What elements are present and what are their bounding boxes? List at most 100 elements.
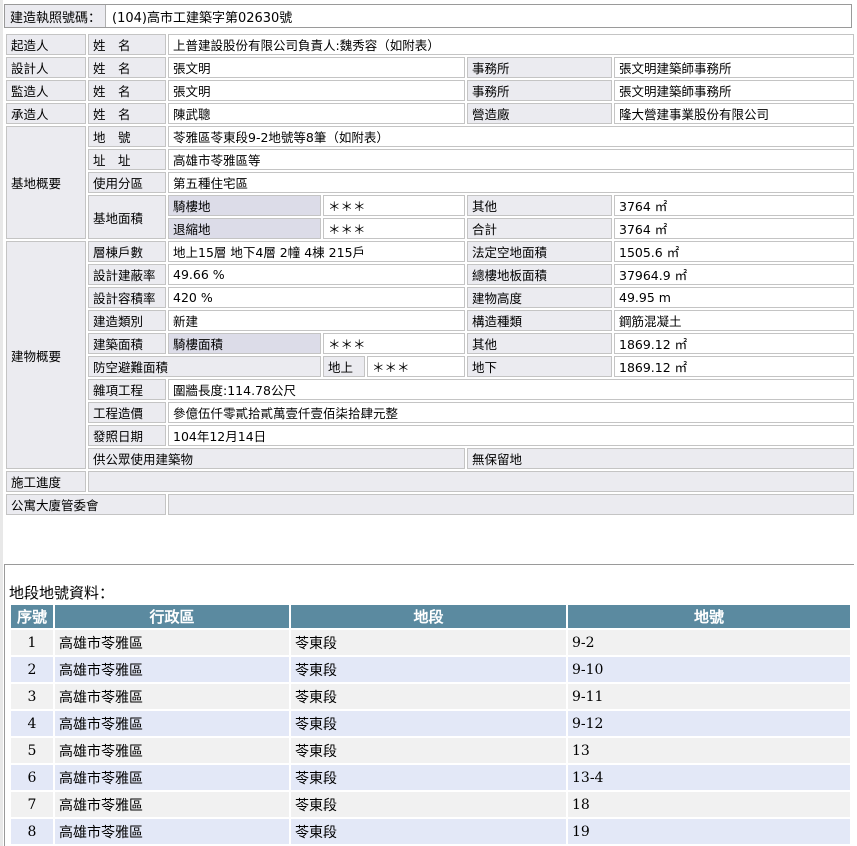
row-section: 苓東段 — [291, 684, 566, 709]
site-other-value: 3764 ㎡ — [614, 195, 855, 216]
setback-value: ＊＊＊ — [323, 218, 465, 239]
coverage-value: 49.66 % — [168, 264, 465, 285]
build-type-value: 新建 — [168, 310, 465, 331]
height-label: 建物高度 — [467, 287, 612, 308]
row-lot-number: 9-11 — [568, 684, 850, 709]
progress-value — [88, 471, 855, 492]
land-section-title: 地段地號資料： — [9, 584, 115, 602]
public-building-label: 供公眾使用建築物 — [88, 448, 465, 469]
progress-label: 施工進度 — [6, 471, 86, 492]
floors-row: 建物概要 層棟戶數 地上15層 地下4層 2幢 4棟 215戶 法定空地面積 1… — [6, 241, 855, 469]
contractor-firm-label: 營造廠 — [467, 103, 612, 124]
structure-value: 鋼筋混凝土 — [614, 310, 855, 331]
coverage-row: 設計建蔽率 49.66 % 總樓地板面積 37964.9 ㎡ — [6, 264, 855, 285]
designer-office: 張文明建築師事務所 — [614, 57, 855, 78]
table-row: 7 高雄市苓雅區 苓東段 18 — [11, 792, 850, 817]
contractor-name-label: 姓 名 — [88, 103, 166, 124]
supervisor-row: 監造人 姓 名 張文明 事務所 張文明建築師事務所 — [6, 80, 855, 101]
header-district: 行政區 — [55, 605, 289, 628]
designer-name: 張文明 — [168, 57, 465, 78]
row-lot-number: 13-4 — [568, 765, 850, 790]
permit-number-bar: 建造執照號碼： (104)高市工建築字第02630號 — [4, 4, 852, 28]
row-section: 苓東段 — [291, 765, 566, 790]
designer-office-label: 事務所 — [467, 57, 612, 78]
land-table: 序號 行政區 地段 地號 1 高雄市苓雅區 苓東段 9-2 2 高雄市苓雅區 苓東段 9-10… — [9, 603, 852, 846]
row-district: 高雄市苓雅區 — [55, 630, 289, 655]
row-index: 7 — [11, 792, 53, 817]
row-index: 2 — [11, 657, 53, 682]
table-row: 2 高雄市苓雅區 苓東段 9-10 — [11, 657, 850, 682]
row-section: 苓東段 — [291, 819, 566, 844]
open-space-label: 法定空地面積 — [467, 241, 612, 262]
row-section: 苓東段 — [291, 657, 566, 682]
issue-value: 104年12月14日 — [168, 425, 855, 446]
height-value: 49.95 m — [614, 287, 855, 308]
row-section: 苓東段 — [291, 792, 566, 817]
table-row: 3 高雄市苓雅區 苓東段 9-11 — [11, 684, 850, 709]
row-district: 高雄市苓雅區 — [55, 684, 289, 709]
committee-label: 公寓大廈管委會 — [6, 494, 166, 515]
setback-label: 退縮地 — [168, 218, 321, 239]
row-district: 高雄市苓雅區 — [55, 738, 289, 763]
arcade-value: ＊＊＊ — [323, 195, 465, 216]
row-index: 3 — [11, 684, 53, 709]
site-address-value: 高雄市苓雅區等 — [168, 149, 855, 170]
row-lot-number: 19 — [568, 819, 850, 844]
site-other-label: 其他 — [467, 195, 612, 216]
shelter-row: 防空避難面積 地上 ＊＊＊ 地下 1869.12 ㎡ — [6, 356, 855, 377]
table-row: 8 高雄市苓雅區 苓東段 19 — [11, 819, 850, 844]
supervisor-name-label: 姓 名 — [88, 80, 166, 101]
supervisor-office-label: 事務所 — [467, 80, 612, 101]
permit-number-value: (104)高市工建築字第02630號 — [112, 10, 293, 26]
applicant-name-label: 姓 名 — [88, 34, 166, 55]
site-lot-value: 苓雅區苓東段9-2地號等8筆（如附表） — [168, 126, 855, 147]
contractor-row: 承造人 姓 名 陳武聰 營造廠 隆大營建事業股份有限公司 — [6, 103, 855, 124]
build-other-label: 其他 — [467, 333, 612, 354]
table-row: 6 高雄市苓雅區 苓東段 13-4 — [11, 765, 850, 790]
applicant-role: 起造人 — [6, 34, 86, 55]
site-lot-row: 基地概要 地 號 苓雅區苓東段9-2地號等8筆（如附表） — [6, 126, 855, 239]
row-index: 4 — [11, 711, 53, 736]
site-total-label: 合計 — [467, 218, 612, 239]
row-district: 高雄市苓雅區 — [55, 792, 289, 817]
issue-row: 發照日期 104年12月14日 — [6, 425, 855, 446]
permit-detail-table: 起造人 姓 名 上普建設股份有限公司負責人:魏秀容（如附表） 設計人 姓 名 張… — [4, 32, 857, 517]
applicant-row: 起造人 姓 名 上普建設股份有限公司負責人:魏秀容（如附表） — [6, 34, 855, 55]
committee-row: 公寓大廈管委會 — [6, 494, 855, 515]
build-type-label: 建造類別 — [88, 310, 166, 331]
floor-area-label: 總樓地板面積 — [467, 264, 612, 285]
site-total-value: 3764 ㎡ — [614, 218, 855, 239]
row-lot-number: 9-10 — [568, 657, 850, 682]
arcade-area-value: ＊＊＊ — [323, 333, 465, 354]
land-header-row: 序號 行政區 地段 地號 — [11, 605, 850, 628]
public-building-value: 無保留地 — [467, 448, 855, 469]
designer-row: 設計人 姓 名 張文明 事務所 張文明建築師事務所 — [6, 57, 855, 78]
progress-row: 施工進度 — [6, 471, 855, 492]
shelter-below-value: 1869.12 ㎡ — [614, 356, 855, 377]
row-lot-number: 18 — [568, 792, 850, 817]
misc-row: 雜項工程 圍牆長度:114.78公尺 — [6, 379, 855, 400]
shelter-above-value: ＊＊＊ — [367, 356, 465, 377]
site-area-label: 基地面積 — [88, 195, 166, 239]
contractor-name: 陳武聰 — [168, 103, 465, 124]
row-lot-number: 9-12 — [568, 711, 850, 736]
cost-value: 參億伍仟零貳拾貳萬壹仟壹佰柒拾肆元整 — [168, 402, 855, 423]
row-section: 苓東段 — [291, 738, 566, 763]
far-value: 420 % — [168, 287, 465, 308]
cost-label: 工程造價 — [88, 402, 166, 423]
table-row: 5 高雄市苓雅區 苓東段 13 — [11, 738, 850, 763]
public-row: 供公眾使用建築物 無保留地 — [6, 448, 855, 469]
permit-number-label: 建造執照號碼： — [5, 5, 106, 27]
row-section: 苓東段 — [291, 711, 566, 736]
header-index: 序號 — [11, 605, 53, 628]
far-label: 設計容積率 — [88, 287, 166, 308]
table-row: 4 高雄市苓雅區 苓東段 9-12 — [11, 711, 850, 736]
row-index: 1 — [11, 630, 53, 655]
site-zoning-value: 第五種住宅區 — [168, 172, 855, 193]
site-area-row-1: 基地面積 騎樓地 ＊＊＊ 其他 3764 ㎡ — [6, 195, 855, 239]
floors-value: 地上15層 地下4層 2幢 4棟 215戶 — [168, 241, 465, 262]
row-index: 6 — [11, 765, 53, 790]
row-lot-number: 13 — [568, 738, 850, 763]
site-overview-label: 基地概要 — [6, 126, 86, 239]
row-district: 高雄市苓雅區 — [55, 765, 289, 790]
